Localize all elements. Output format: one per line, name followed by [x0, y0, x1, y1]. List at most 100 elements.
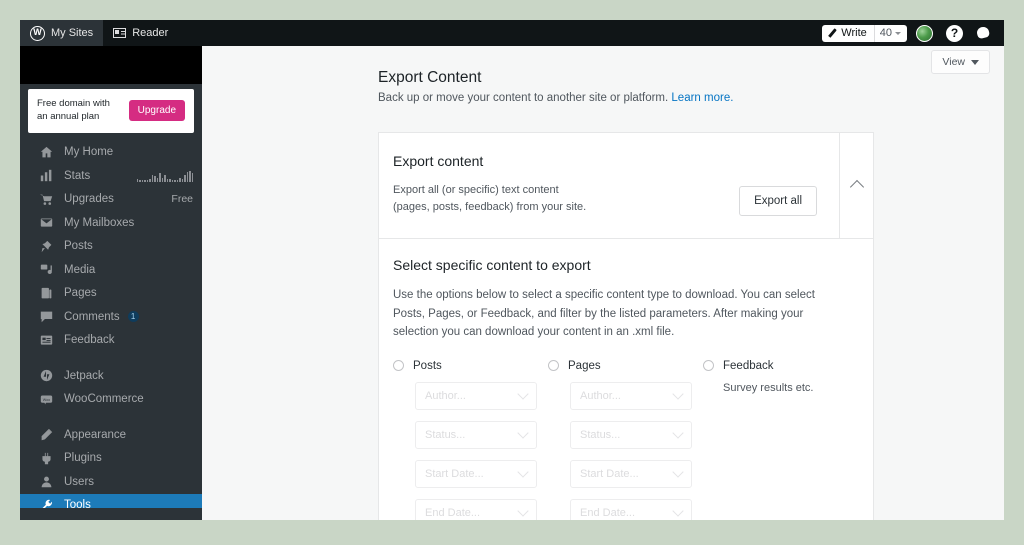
learn-more-link[interactable]: Learn more. — [671, 92, 733, 104]
sidebar-item-label: Media — [64, 263, 96, 276]
site-avatar-globe-icon[interactable] — [916, 24, 933, 42]
select-end-date[interactable]: End Date... — [570, 498, 692, 520]
view-button-label: View — [942, 56, 965, 68]
radio-button[interactable] — [548, 360, 559, 372]
sidebar-item-jetpack[interactable]: Jetpack — [20, 364, 202, 388]
chevron-down-icon — [517, 388, 529, 401]
content-type-column-pages: Pages Author... Status... Start Date... End … — [548, 360, 703, 520]
page-header: Export Content Back up or move your cont… — [378, 69, 898, 104]
upgrade-promo-card: Free domain with an annual plan Upgrade — [28, 89, 194, 133]
radio-option-posts[interactable]: Posts — [393, 360, 548, 372]
pencil-icon — [828, 29, 837, 38]
chevron-down-icon — [895, 31, 901, 35]
masterbar: My Sites Reader Write 40 — [20, 20, 1004, 46]
sidebar-item-my-mailboxes[interactable]: My Mailboxes — [20, 211, 202, 235]
radio-label: Pages — [568, 359, 601, 372]
feedback-icon — [40, 335, 53, 345]
radio-label: Posts — [413, 359, 442, 372]
sidebar-item-stats[interactable]: Stats — [20, 164, 202, 188]
select-author[interactable]: Author... — [415, 381, 537, 410]
jetpack-icon — [40, 370, 53, 382]
feedback-subtext: Survey results etc. — [723, 381, 814, 394]
appearance-icon — [41, 429, 53, 441]
sidebar-item-comments[interactable]: Comments 1 — [20, 305, 202, 329]
sidebar-bottom-strip — [20, 508, 202, 520]
select-content-section: Select specific content to export Use th… — [379, 239, 873, 520]
select-status[interactable]: Status... — [415, 420, 537, 449]
site-header-block — [20, 46, 202, 84]
stats-sparkline-chart — [136, 170, 193, 182]
masterbar-my-sites[interactable]: My Sites — [20, 20, 104, 46]
help-question-icon[interactable] — [946, 24, 963, 42]
reader-icon — [113, 28, 127, 38]
masterbar-reader[interactable]: Reader — [103, 20, 178, 46]
chevron-down-icon — [971, 59, 979, 65]
radio-option-pages[interactable]: Pages — [548, 360, 703, 372]
export-content-row: Export all (or specific) text content (p… — [393, 182, 817, 216]
sidebar-item-label: WooCommerce — [64, 393, 144, 406]
chevron-up-icon — [849, 179, 864, 195]
field-placeholder: Start Date... — [580, 467, 639, 480]
field-placeholder: Status... — [580, 428, 621, 441]
sidebar-item-woocommerce[interactable]: Woo WooCommerce — [20, 388, 202, 412]
write-button[interactable]: Write — [822, 25, 873, 42]
radio-label: Feedback — [723, 359, 774, 372]
content-type-columns: Posts Author... Status... Start Date... End … — [393, 360, 859, 520]
select-status[interactable]: Status... — [570, 420, 692, 449]
sidebar-item-posts[interactable]: Posts — [20, 235, 202, 259]
select-end-date[interactable]: End Date... — [415, 498, 537, 520]
sidebar-item-label: My Mailboxes — [64, 216, 135, 229]
chevron-down-icon — [672, 427, 684, 440]
chevron-down-icon — [517, 427, 529, 440]
app-viewport: My Sites Reader Write 40 Free domain wit… — [20, 20, 1004, 520]
export-card-top: Export content Export all (or specific) … — [379, 133, 873, 240]
field-placeholder: End Date... — [580, 506, 636, 519]
sidebar-item-users[interactable]: Users — [20, 470, 202, 494]
sidebar-item-feedback[interactable]: Feedback — [20, 329, 202, 353]
view-button[interactable]: View — [931, 50, 990, 74]
mail-icon — [40, 218, 53, 227]
upgrade-button[interactable]: Upgrade — [128, 100, 185, 122]
radio-button[interactable] — [393, 360, 404, 372]
sidebar-item-label: Stats — [64, 169, 91, 182]
sidebar-item-upgrades[interactable]: Upgrades Free — [20, 188, 202, 212]
sidebar-item-label: Plugins — [64, 452, 102, 465]
radio-option-feedback[interactable]: Feedback — [703, 360, 858, 372]
sidebar-item-appearance[interactable]: Appearance — [20, 423, 202, 447]
sidebar-item-plugins[interactable]: Plugins — [20, 447, 202, 471]
page-title: Export Content — [378, 69, 482, 86]
export-desc-line-2: (pages, posts, feedback) from your site. — [393, 201, 587, 214]
svg-text:Woo: Woo — [43, 398, 50, 402]
export-card-top-left: Export content Export all (or specific) … — [379, 133, 839, 238]
pin-icon — [41, 240, 52, 253]
page-subtitle-text: Back up or move your content to another … — [378, 92, 672, 104]
woocommerce-icon: Woo — [40, 395, 53, 405]
sidebar-item-media[interactable]: Media — [20, 258, 202, 282]
notification-bell-icon[interactable] — [976, 26, 990, 40]
sidebar-item-label: Posts — [64, 240, 93, 253]
reader-label: Reader — [132, 27, 169, 39]
select-start-date[interactable]: Start Date... — [415, 459, 537, 488]
chevron-down-icon — [672, 505, 684, 518]
export-all-button[interactable]: Export all — [739, 186, 817, 216]
write-pill: Write 40 — [822, 24, 907, 42]
sidebar-item-label: My Home — [64, 146, 114, 159]
sidebar-item-label: Users — [64, 475, 95, 488]
sidebar-item-label: Jetpack — [64, 369, 104, 382]
sidebar-item-label: Feedback — [64, 334, 115, 347]
select-start-date[interactable]: Start Date... — [570, 459, 692, 488]
stats-bars-icon — [40, 170, 52, 182]
chevron-down-icon — [517, 466, 529, 479]
sidebar: Free domain with an annual plan Upgrade … — [20, 46, 202, 520]
sidebar-nav: My Home Stats Upgrades Free My Mailboxes Post… — [20, 141, 202, 518]
sidebar-item-label: Upgrades — [64, 193, 114, 206]
sidebar-item-label: Appearance — [64, 428, 127, 441]
site-count-label: 40 — [879, 27, 892, 39]
radio-button[interactable] — [703, 360, 714, 372]
site-count-button[interactable]: 40 — [873, 24, 907, 42]
select-author[interactable]: Author... — [570, 381, 692, 410]
chevron-down-icon — [672, 388, 684, 401]
sidebar-item-pages[interactable]: Pages — [20, 282, 202, 306]
sidebar-item-my-home[interactable]: My Home — [20, 141, 202, 165]
export-card-collapse-toggle[interactable] — [839, 133, 873, 239]
